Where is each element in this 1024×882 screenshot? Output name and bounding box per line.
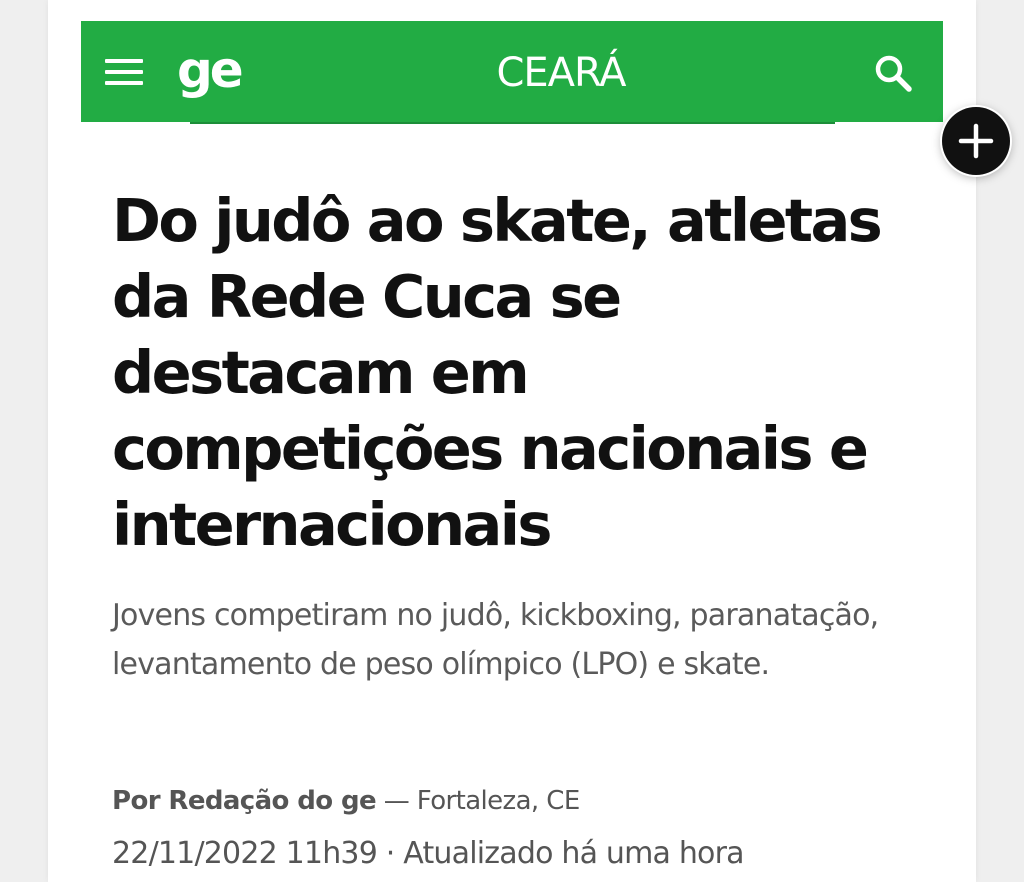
menu-button[interactable] xyxy=(103,55,145,89)
hamburger-menu-icon xyxy=(105,59,143,63)
hamburger-menu-icon-bar xyxy=(105,81,143,85)
add-button[interactable] xyxy=(942,107,1010,175)
hamburger-menu-icon-bar xyxy=(105,70,143,74)
site-header: ge CEARÁ xyxy=(81,21,943,122)
author-name[interactable]: Por Redação do ge xyxy=(112,786,377,816)
updated-time: Atualizado há uma hora xyxy=(403,836,744,871)
search-icon xyxy=(875,55,912,92)
plus-icon xyxy=(958,123,994,159)
section-title[interactable]: CEARÁ xyxy=(431,48,691,98)
article-dateline: 22/11/2022 11h39 · Atualizado há uma hor… xyxy=(112,832,892,876)
header-divider xyxy=(190,122,835,124)
published-time: 22/11/2022 11h39 xyxy=(112,836,378,871)
dateline-separator: · xyxy=(385,836,396,871)
article-byline: Por Redação do ge — Fortaleza, CE xyxy=(112,780,892,822)
article-location: — Fortaleza, CE xyxy=(383,786,581,816)
article-headline: Do judô ao skate, atletas da Rede Cuca s… xyxy=(112,186,883,559)
ge-logo[interactable]: ge xyxy=(177,37,244,103)
article-subtitle: Jovens competiram no judô, kickboxing, p… xyxy=(112,598,879,682)
search-button[interactable] xyxy=(871,51,915,95)
